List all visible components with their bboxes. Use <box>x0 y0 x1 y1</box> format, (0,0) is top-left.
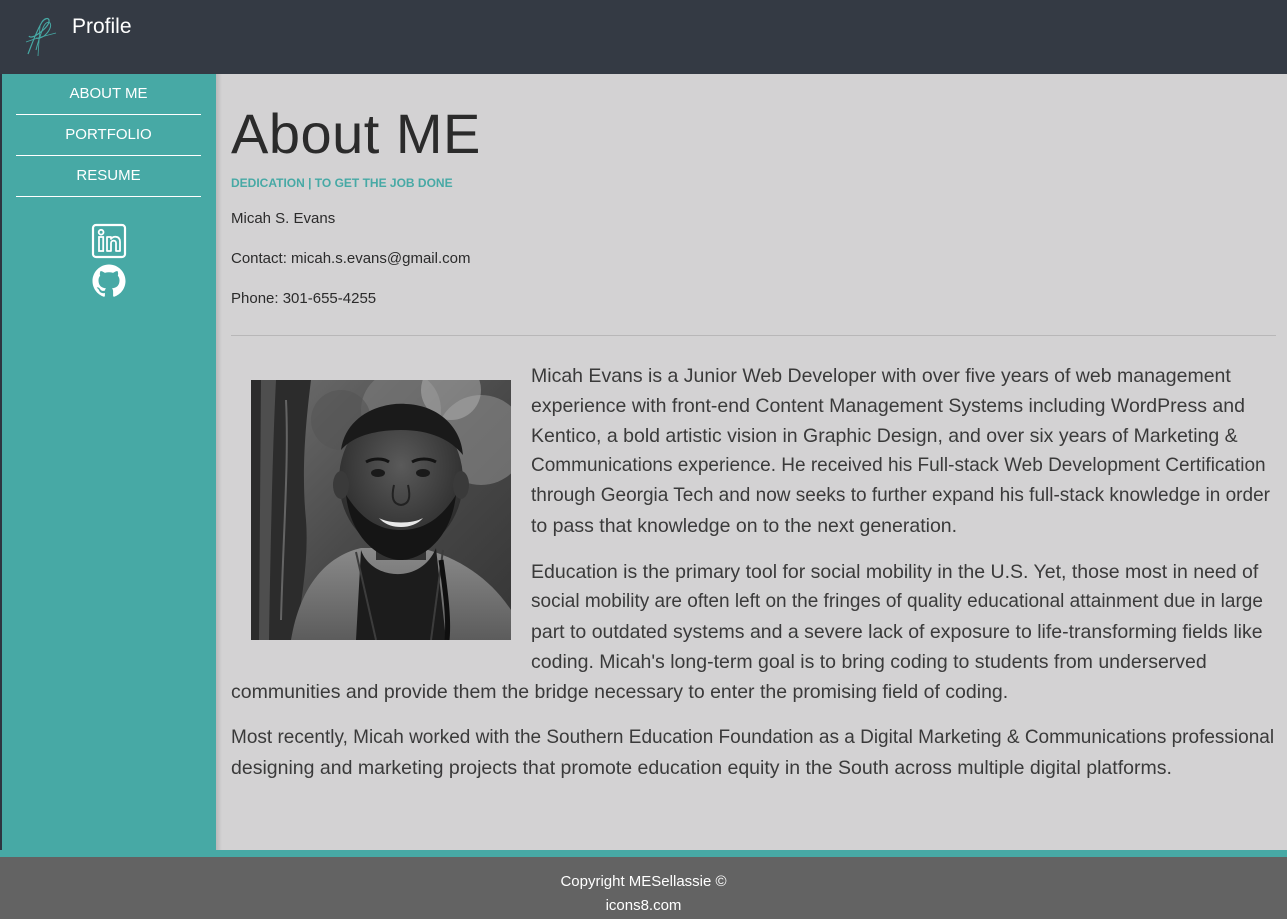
footer-copyright: Copyright MESellassie © <box>560 873 727 890</box>
bio-line: Micah Evans is a Junior Web Developer wi… <box>531 365 1231 387</box>
divider <box>231 335 1276 336</box>
bio-line: through Georgia Tech and now seeks to fu… <box>531 485 1270 506</box>
sidebar-item-portfolio[interactable]: PORTFOLIO <box>16 115 201 156</box>
phone-text: Phone: 301-655-4255 <box>231 290 377 307</box>
bio-line: coding. Micah's long-term goal is to bri… <box>531 651 1207 673</box>
bio-line: Kentico, a bold artistic vision in Graph… <box>531 425 1238 447</box>
brand-title[interactable]: Profile <box>72 15 132 39</box>
linkedin-icon[interactable] <box>91 223 127 259</box>
sidebar-item-resume[interactable]: RESUME <box>16 156 201 197</box>
name-text: Micah S. Evans <box>231 210 336 227</box>
top-navbar: Profile <box>0 0 1287 74</box>
page-title: About ME <box>231 102 481 165</box>
footer-accent-stripe <box>0 850 1287 857</box>
bio-line: to pass that knowledge on to the next ge… <box>531 515 958 537</box>
bio-line: social mobility are often left on the fr… <box>531 591 1263 612</box>
bio-line: experience with front-end Content Manage… <box>531 395 1245 417</box>
sidebar-item-about-me[interactable]: ABOUT ME <box>16 74 201 115</box>
tagline: DEDICATION | TO GET THE JOB DONE <box>231 176 453 190</box>
bio-line: Communications experience. He received h… <box>531 455 1266 476</box>
bio-line: part to outdated systems and a severe la… <box>531 621 1263 643</box>
bio-line: designing and marketing projects that pr… <box>231 757 1172 779</box>
contact-text[interactable]: Contact: micah.s.evans@gmail.com <box>231 249 470 269</box>
signature-logo-icon[interactable] <box>22 14 60 58</box>
footer-credit-link[interactable]: icons8.com <box>0 897 1287 915</box>
bio-line: communities and provide them the bridge … <box>231 681 1009 703</box>
github-icon[interactable] <box>91 263 127 299</box>
profile-photo <box>251 380 511 640</box>
content-shadow <box>216 74 222 850</box>
bio-line: Most recently, Micah worked with the Sou… <box>231 727 1275 748</box>
bio-line: Education is the primary tool for social… <box>531 561 1259 583</box>
